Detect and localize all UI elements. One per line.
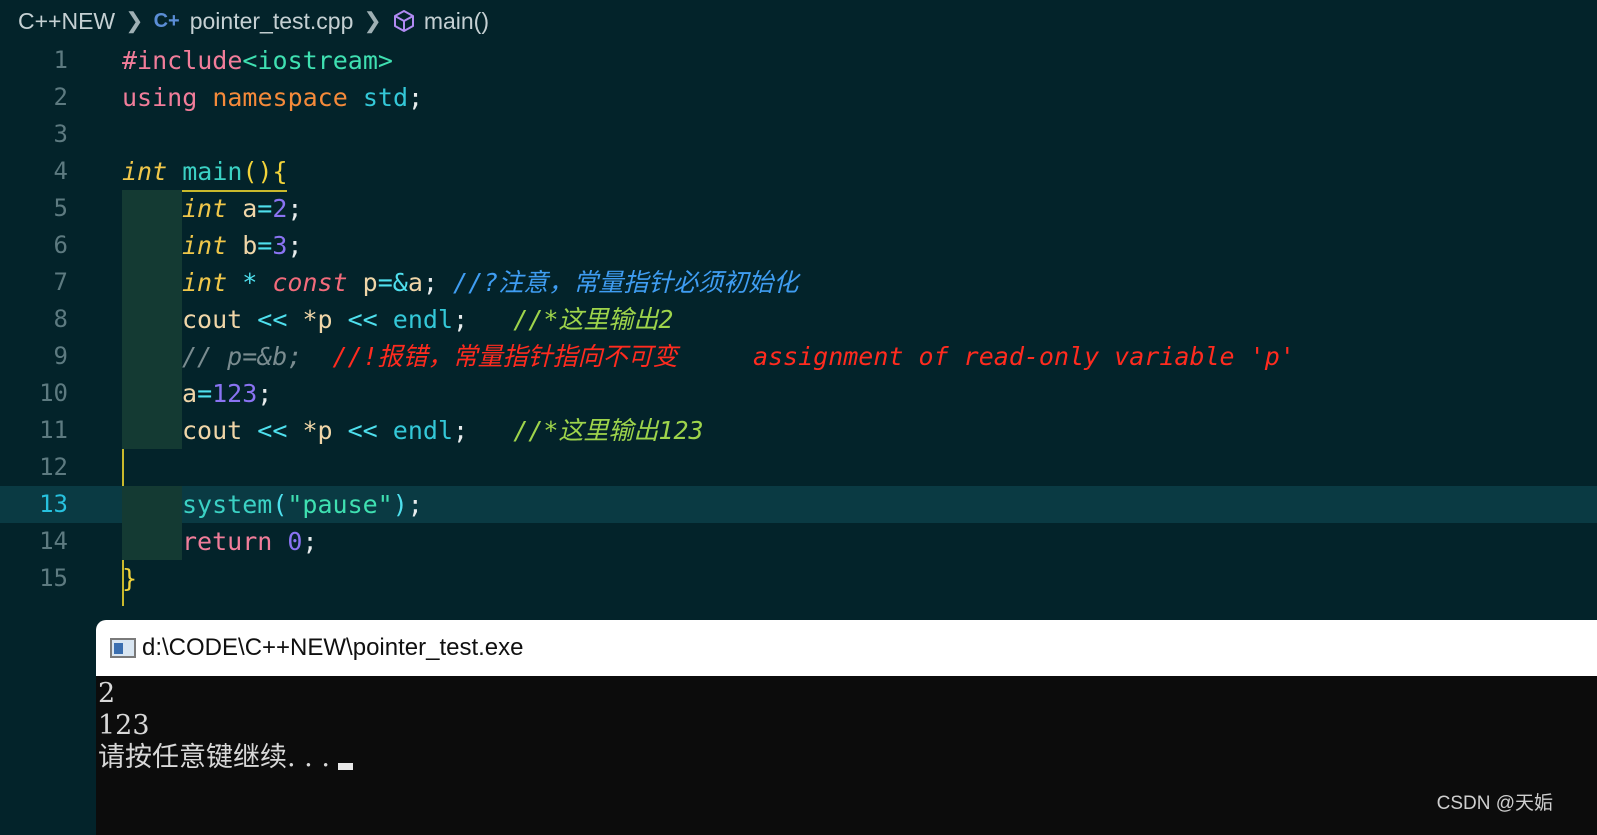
cpp-file-icon: C+ xyxy=(153,9,180,32)
console-line: 请按任意键继续. . . xyxy=(98,742,330,773)
code-line[interactable]: 4 int main(){ xyxy=(0,153,1597,190)
code-line[interactable]: 15 } xyxy=(0,560,1597,597)
code-comment: //*这里输出2 xyxy=(513,305,674,334)
console-window-icon xyxy=(110,638,136,658)
code-line[interactable]: 7 int * const p=&a; //?注意，常量指针必须初始化 xyxy=(0,264,1597,301)
include-directive: #include xyxy=(122,46,243,75)
breadcrumb-symbol[interactable]: main() xyxy=(424,8,489,35)
keyword-return: return xyxy=(182,527,273,556)
line-number: 6 xyxy=(53,231,68,259)
line-number: 3 xyxy=(53,120,68,148)
console-output[interactable]: 2 123 请按任意键继续. . . xyxy=(96,676,1597,774)
type-int: int xyxy=(122,157,168,186)
code-comment: //?注意，常量指针必须初始化 xyxy=(453,268,799,297)
type-int: int xyxy=(182,194,228,223)
indent-highlight xyxy=(122,227,182,264)
breadcrumb-folder[interactable]: C++NEW xyxy=(18,8,115,35)
breadcrumb-file[interactable]: pointer_test.cpp xyxy=(190,8,354,35)
cube-icon xyxy=(392,9,416,33)
include-header: <iostream> xyxy=(242,46,393,75)
error-comment: //!报错，常量指针指向不可变 xyxy=(332,342,678,371)
indent-highlight xyxy=(122,486,182,523)
indent-highlight xyxy=(122,412,182,449)
indent-highlight xyxy=(122,301,182,338)
namespace-std: std xyxy=(362,83,409,112)
indent-highlight xyxy=(122,264,182,301)
line-number: 2 xyxy=(53,83,68,111)
line-number: 12 xyxy=(39,453,68,481)
line-number: 11 xyxy=(39,416,68,444)
code-comment: //*这里输出123 xyxy=(513,416,704,445)
keyword-namespace: namespace xyxy=(212,83,348,112)
error-message: assignment of read-only variable 'p' xyxy=(752,342,1295,371)
text-cursor xyxy=(337,763,353,770)
code-line[interactable]: 5 int a=2; xyxy=(0,190,1597,227)
line-number: 1 xyxy=(53,46,68,74)
code-line-active[interactable]: 13 system("pause"); xyxy=(0,486,1597,523)
indent-highlight xyxy=(122,375,182,412)
code-line[interactable]: 9 // p=&b; //!报错，常量指针指向不可变 assignment of… xyxy=(0,338,1597,375)
line-number: 10 xyxy=(39,379,68,407)
breadcrumb: C++NEW ❯ C+ pointer_test.cpp ❯ main() xyxy=(0,0,1597,42)
console-window[interactable]: d:\CODE\C++NEW\pointer_test.exe 2 123 请按… xyxy=(96,620,1597,835)
code-line[interactable]: 10 a=123; xyxy=(0,375,1597,412)
type-int: int xyxy=(182,268,228,297)
line-number: 15 xyxy=(39,564,68,592)
console-title: d:\CODE\C++NEW\pointer_test.exe xyxy=(142,634,524,661)
code-editor[interactable]: 1 #include<iostream> 2 using namespace s… xyxy=(0,42,1597,620)
console-line: 123 xyxy=(98,710,150,741)
line-number: 5 xyxy=(53,194,68,222)
line-number: 4 xyxy=(53,157,68,185)
code-line[interactable]: 14 return 0; xyxy=(0,523,1597,560)
indent-highlight xyxy=(122,523,182,560)
function-system: system xyxy=(182,490,273,519)
code-comment: // p=&b; xyxy=(182,342,303,371)
code-line[interactable]: 6 int b=3; xyxy=(0,227,1597,264)
line-number: 13 xyxy=(39,490,68,518)
chevron-right-icon: ❯ xyxy=(125,8,144,33)
code-line[interactable]: 11 cout << *p << endl; //*这里输出123 xyxy=(0,412,1597,449)
keyword-using: using xyxy=(122,83,198,112)
function-main: main xyxy=(182,157,243,186)
chevron-right-icon: ❯ xyxy=(363,8,382,33)
console-line: 2 xyxy=(98,678,116,709)
code-line[interactable]: 1 #include<iostream> xyxy=(0,42,1597,79)
qualifier-const: const xyxy=(272,268,348,297)
code-line[interactable]: 2 using namespace std; xyxy=(0,79,1597,116)
console-title-bar[interactable]: d:\CODE\C++NEW\pointer_test.exe xyxy=(96,620,1597,676)
code-line[interactable]: 12 xyxy=(0,449,1597,486)
indent-highlight xyxy=(122,338,182,375)
line-number: 9 xyxy=(53,342,68,370)
code-line[interactable]: 3 xyxy=(0,116,1597,153)
indent-highlight xyxy=(122,190,182,227)
watermark: CSDN @天姤 xyxy=(1436,793,1553,814)
code-line[interactable]: 8 cout << *p << endl; //*这里输出2 xyxy=(0,301,1597,338)
line-number: 8 xyxy=(53,305,68,333)
line-number: 14 xyxy=(39,527,68,555)
line-number: 7 xyxy=(53,268,68,296)
type-int: int xyxy=(182,231,228,260)
